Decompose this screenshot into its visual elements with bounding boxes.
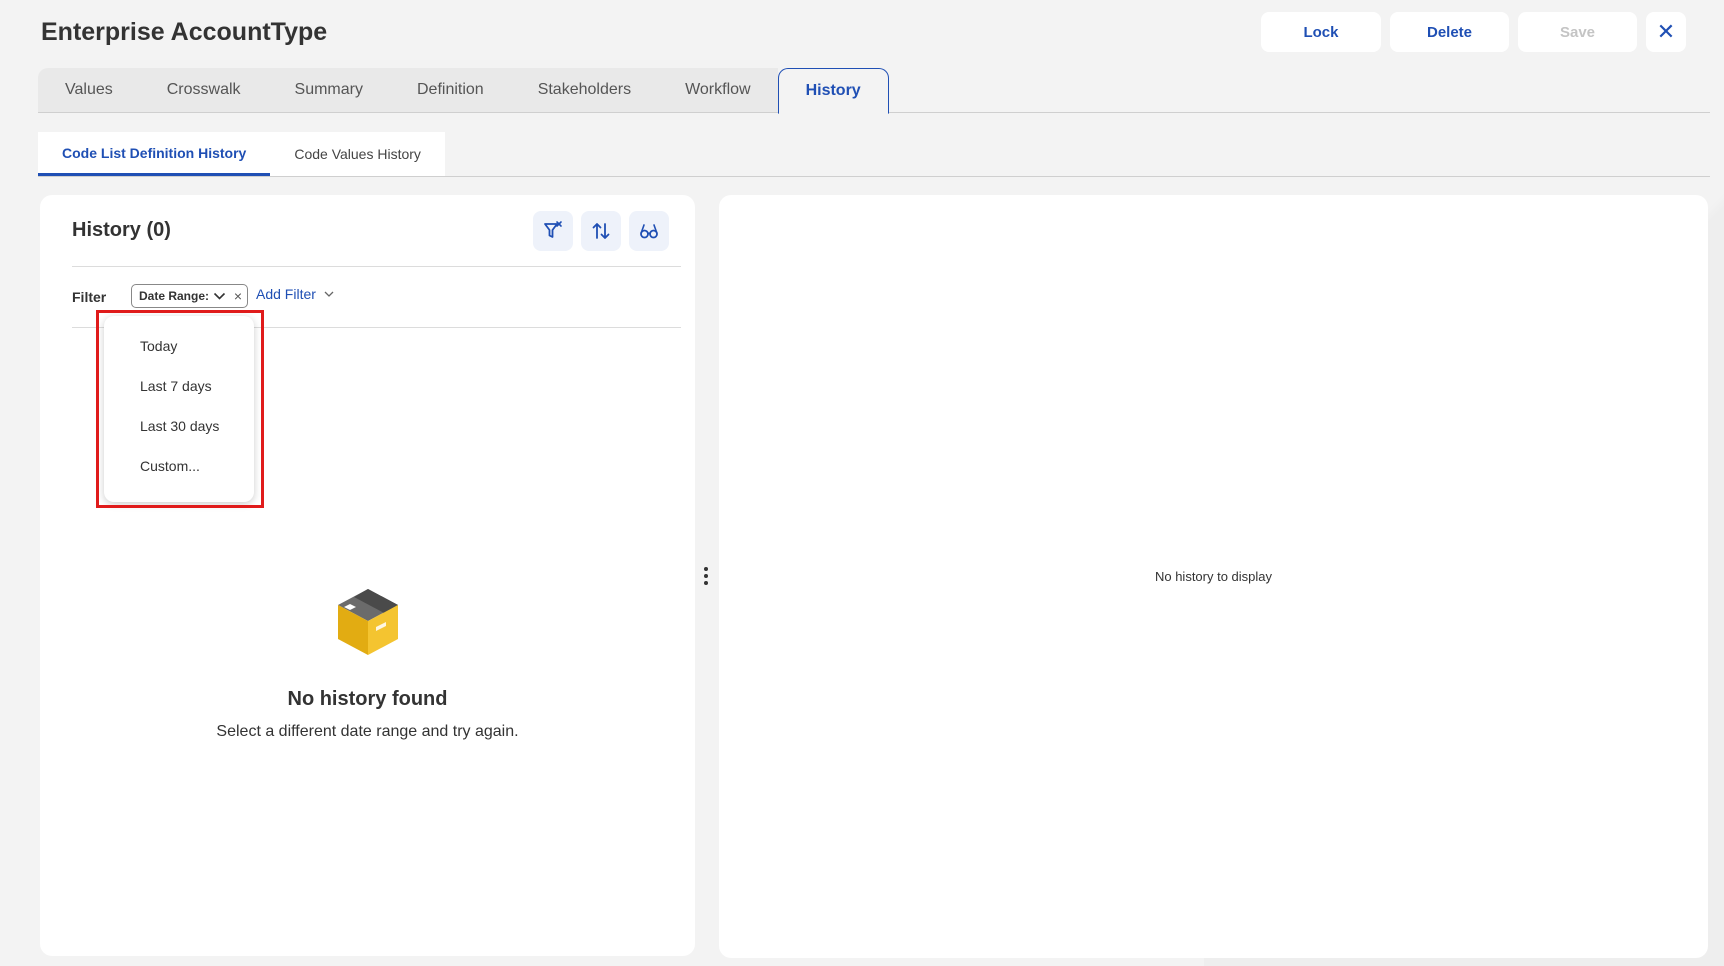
sort-button[interactable]: [581, 211, 621, 251]
date-option-today[interactable]: Today: [104, 326, 254, 366]
date-range-chip[interactable]: Date Range: ×: [131, 284, 248, 308]
delete-button[interactable]: Delete: [1390, 12, 1509, 52]
date-option-last-30-days[interactable]: Last 30 days: [104, 406, 254, 446]
history-detail-panel: No history to display: [719, 195, 1708, 958]
page-title: Enterprise AccountType: [41, 18, 328, 46]
empty-state-title: No history found: [287, 688, 448, 710]
chevron-down-icon: [324, 291, 334, 297]
sort-icon: [592, 223, 610, 239]
panel-resize-handle[interactable]: [704, 567, 708, 585]
add-filter-label: Add Filter: [256, 286, 316, 302]
tab-stakeholders[interactable]: Stakeholders: [510, 68, 659, 112]
save-button[interactable]: Save: [1518, 12, 1637, 52]
view-button[interactable]: [629, 211, 669, 251]
header-actions: Lock Delete Save ✕: [1261, 12, 1686, 52]
resize-dot: [704, 574, 708, 578]
main-tabs: Values Crosswalk Summary Definition Stak…: [38, 68, 1710, 114]
empty-state-subtitle: Select a different date range and try ag…: [216, 723, 519, 740]
resize-dot: [704, 581, 708, 585]
history-list-panel: History (0) Filter Date Range: × Add Fil…: [40, 195, 695, 956]
chevron-down-icon: [213, 292, 226, 300]
clear-filter-icon: [544, 221, 562, 238]
tab-crosswalk[interactable]: Crosswalk: [139, 68, 268, 112]
history-toolbar: [533, 211, 669, 251]
close-icon: ✕: [1656, 19, 1676, 44]
subtab-code-list-definition-history[interactable]: Code List Definition History: [38, 132, 271, 176]
lock-button[interactable]: Lock: [1261, 12, 1381, 52]
divider: [72, 266, 681, 267]
no-history-message: No history to display: [1154, 569, 1273, 584]
date-option-last-7-days[interactable]: Last 7 days: [104, 366, 254, 406]
resize-dot: [704, 567, 708, 571]
tab-history[interactable]: History: [777, 68, 889, 114]
add-filter-button[interactable]: Add Filter: [256, 286, 334, 302]
date-range-dropdown: Today Last 7 days Last 30 days Custom...: [104, 316, 254, 502]
clear-filter-button[interactable]: [533, 211, 573, 251]
history-title: History (0): [72, 219, 171, 241]
subtab-code-values-history[interactable]: Code Values History: [270, 132, 445, 176]
history-subtabs: Code List Definition History Code Values…: [38, 132, 1710, 177]
date-option-custom[interactable]: Custom...: [104, 446, 254, 486]
view-icon: [640, 224, 658, 239]
empty-box-icon: [338, 589, 398, 655]
tab-summary[interactable]: Summary: [267, 68, 390, 112]
date-range-chip-label: Date Range:: [139, 289, 210, 303]
tab-workflow[interactable]: Workflow: [658, 68, 778, 112]
tab-values[interactable]: Values: [38, 68, 140, 112]
remove-filter-icon[interactable]: ×: [234, 288, 242, 304]
close-button[interactable]: ✕: [1646, 12, 1686, 52]
tab-definition[interactable]: Definition: [389, 68, 511, 112]
filter-label: Filter: [72, 289, 107, 305]
